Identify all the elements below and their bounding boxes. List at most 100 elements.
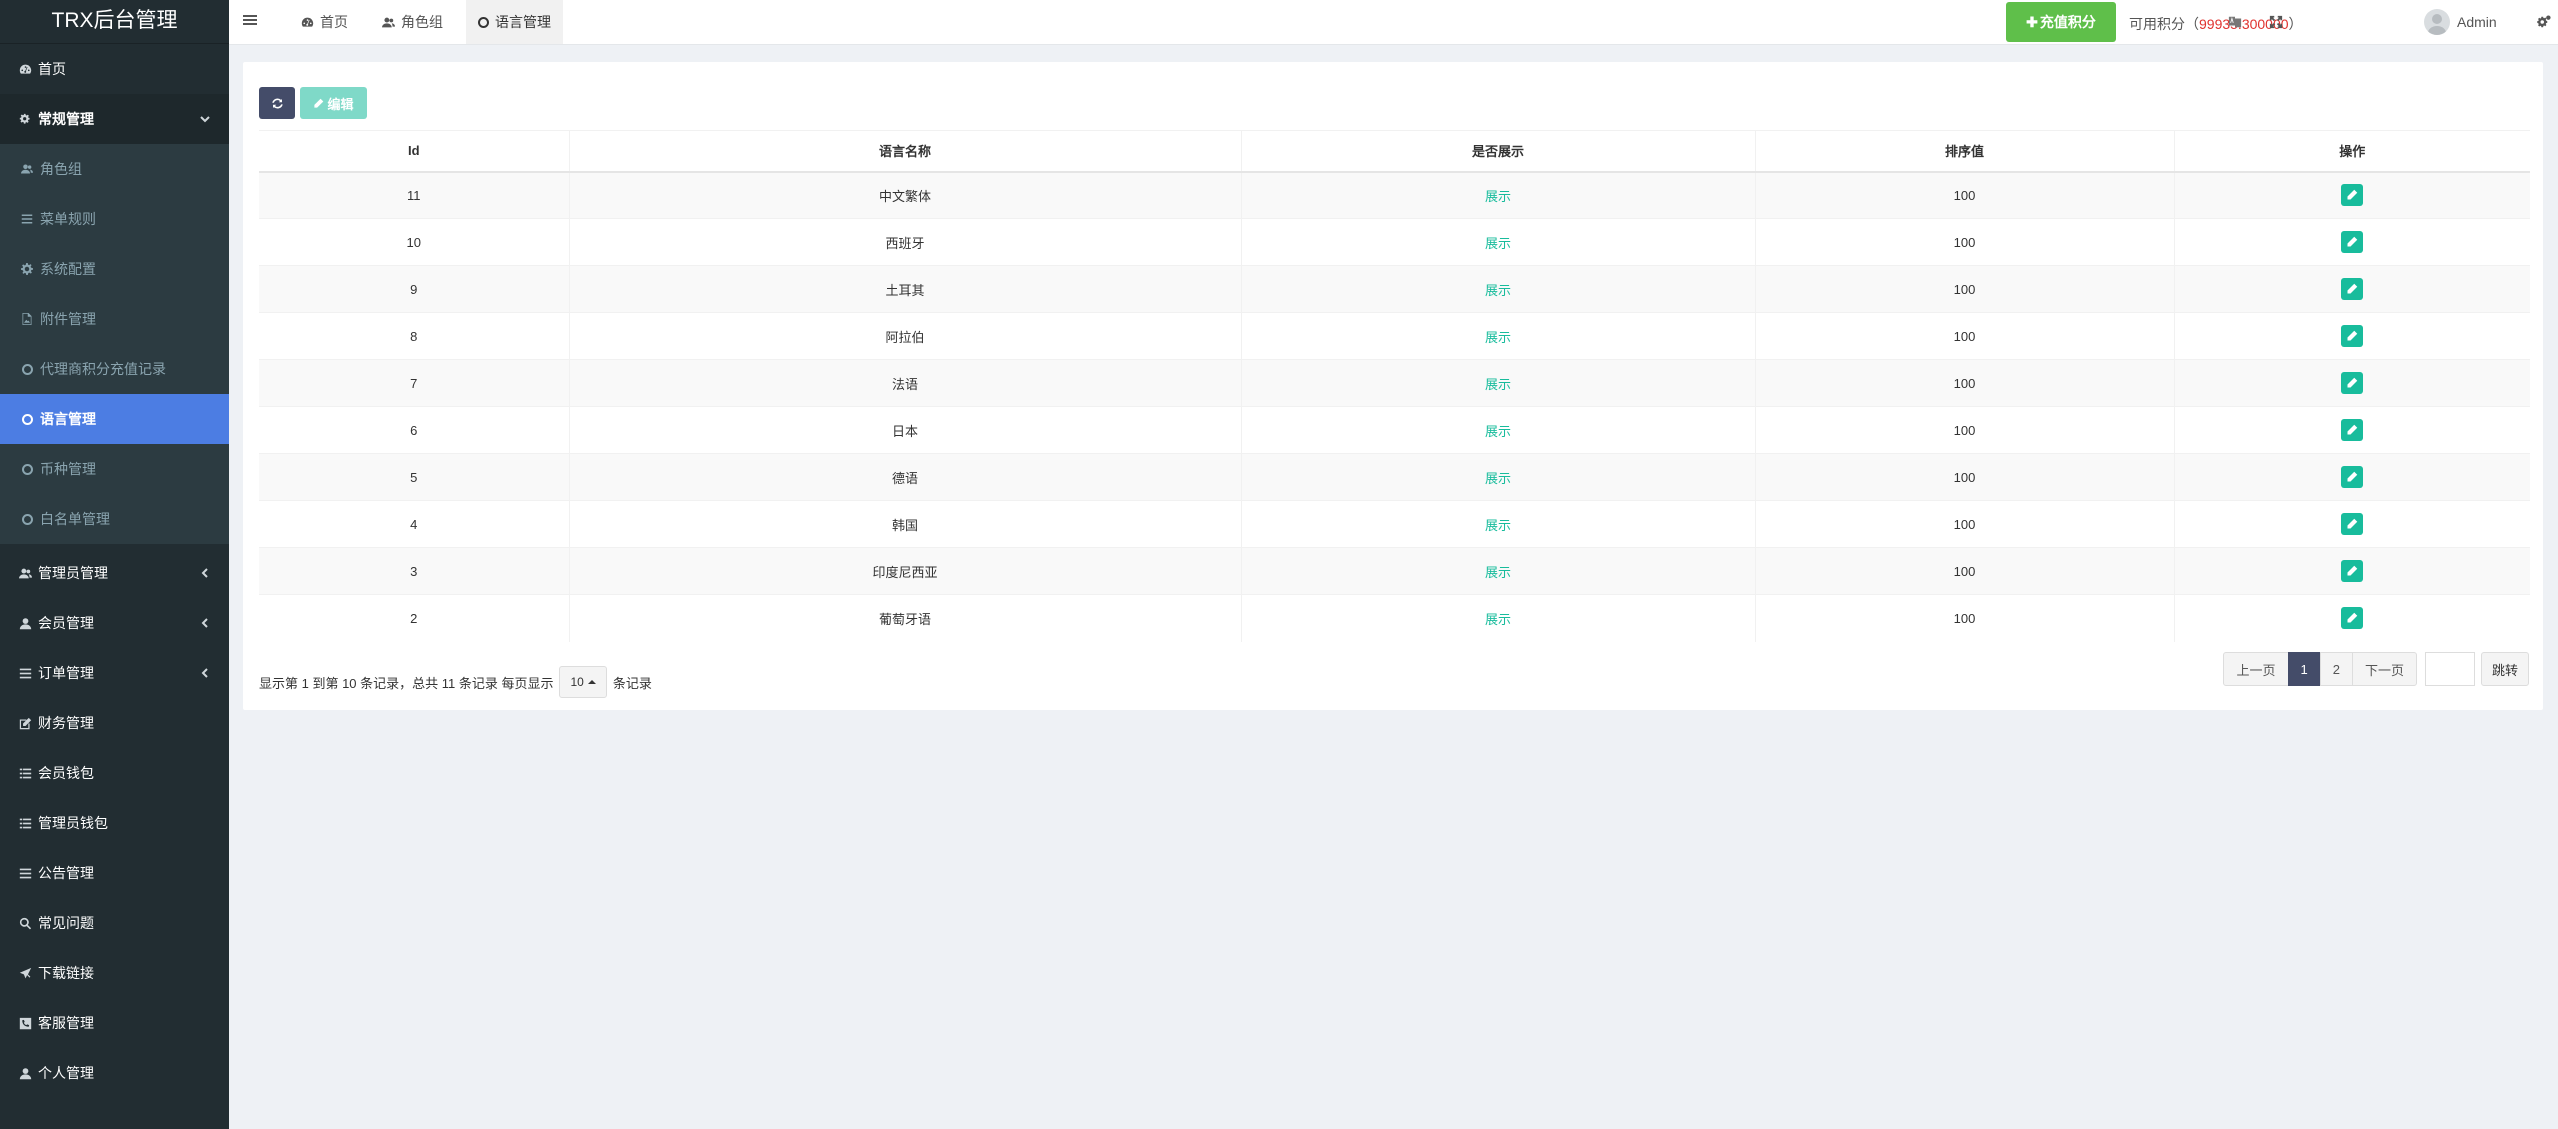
cell-actions (2173, 171, 2530, 219)
cell-name: 日本 (568, 406, 1241, 454)
search-icon (16, 917, 34, 930)
cell-status[interactable]: 展示 (1240, 500, 1755, 548)
sidebar-item-download-links[interactable]: 下载链接 (0, 948, 229, 998)
cell-name: 阿拉伯 (568, 312, 1241, 360)
menu-toggle-icon[interactable] (243, 13, 261, 31)
circle-icon (20, 463, 34, 475)
cell-status[interactable]: 展示 (1240, 359, 1755, 407)
list-icon (16, 767, 34, 780)
row-edit-button[interactable] (2341, 372, 2364, 394)
sidebar-item-label: 币种管理 (40, 461, 96, 477)
sidebar-item-agent-recharge[interactable]: 代理商积分充值记录 (0, 344, 229, 394)
pagination: 上一页 1 2 下一页 跳转 (2223, 652, 2529, 686)
cell-id: 5 (259, 453, 569, 501)
refresh-button[interactable] (259, 87, 295, 119)
file-image-icon (20, 313, 34, 325)
sidebar-item-order-manage[interactable]: 订单管理 (0, 648, 229, 698)
avatar[interactable] (2424, 9, 2450, 35)
cell-status[interactable]: 展示 (1240, 218, 1755, 266)
sidebar-item-label: 语言管理 (40, 411, 96, 427)
sidebar-item-finance[interactable]: 财务管理 (0, 698, 229, 748)
page-button-2[interactable]: 2 (2319, 652, 2353, 686)
sidebar-item-admin-manage[interactable]: 管理员管理 (0, 548, 229, 598)
cell-status[interactable]: 展示 (1240, 171, 1755, 219)
cell-actions (2173, 359, 2530, 407)
sidebar-item-label: 角色组 (40, 161, 82, 177)
next-page-button[interactable]: 下一页 (2351, 652, 2417, 686)
pencil-icon (2347, 283, 2358, 294)
table-row: 11 中文繁体 展示 100 (259, 171, 2530, 219)
cell-status[interactable]: 展示 (1240, 453, 1755, 501)
row-edit-button[interactable] (2341, 231, 2364, 253)
sidebar-item-customer-service[interactable]: 客服管理 (0, 998, 229, 1048)
sidebar-item-roles[interactable]: 角色组 (0, 144, 229, 194)
column-header-display[interactable]: 是否展示 (1240, 130, 1755, 173)
sidebar-item-language[interactable]: 语言管理 (0, 394, 229, 444)
table-row: 8 阿拉伯 展示 100 (259, 312, 2530, 360)
language-icon[interactable] (2226, 13, 2244, 31)
tab-label: 语言管理 (495, 14, 551, 30)
sidebar-item-faq[interactable]: 常见问题 (0, 898, 229, 948)
jump-button[interactable]: 跳转 (2480, 652, 2529, 686)
sidebar-item-announcements[interactable]: 公告管理 (0, 848, 229, 898)
tab-roles[interactable]: 角色组 (370, 0, 455, 44)
cell-status[interactable]: 展示 (1240, 406, 1755, 454)
pencil-icon (2347, 330, 2358, 341)
sidebar-item-currency[interactable]: 币种管理 (0, 444, 229, 494)
table-row: 7 法语 展示 100 (259, 359, 2530, 407)
page-button-1[interactable]: 1 (2287, 652, 2321, 686)
cell-status[interactable]: 展示 (1240, 594, 1755, 642)
prev-page-button[interactable]: 上一页 (2223, 652, 2289, 686)
sidebar-item-home[interactable]: 首页 (0, 44, 229, 94)
cell-name: 法语 (568, 359, 1241, 407)
sidebar-item-label: 管理员管理 (38, 565, 108, 581)
recharge-button[interactable]: ✚ 充值积分 (2006, 2, 2116, 42)
sidebar-item-system-config[interactable]: 系统配置 (0, 244, 229, 294)
sidebar-item-menu-rules[interactable]: 菜单规则 (0, 194, 229, 244)
cell-sort: 100 (1754, 218, 2174, 266)
edit-button[interactable]: 编辑 (300, 87, 367, 119)
sidebar-menu-rest: 管理员管理 会员管理 订单管理 财务管理 会员钱包 管理员钱包 公告管理 常见问… (0, 548, 229, 1098)
tab-language[interactable]: 语言管理 (466, 0, 563, 44)
table-row: 2 葡萄牙语 展示 100 (259, 594, 2530, 642)
admin-name[interactable]: Admin (2457, 14, 2497, 30)
table-row: 9 土耳其 展示 100 (259, 265, 2530, 313)
chevron-left-icon (199, 566, 211, 578)
page-size-select[interactable]: 10 (559, 666, 607, 698)
sidebar-item-member-manage[interactable]: 会员管理 (0, 598, 229, 648)
pencil-icon (314, 98, 324, 108)
sidebar-item-label: 常见问题 (38, 915, 94, 931)
jump-page-input[interactable] (2424, 652, 2475, 686)
cell-status[interactable]: 展示 (1240, 265, 1755, 313)
sidebar: TRX后台管理 首页 常规管理 角色组 菜单规则 系统配置 附件管理 代理商积分… (0, 0, 229, 1129)
column-header-name[interactable]: 语言名称 (568, 130, 1241, 173)
sidebar-item-personal[interactable]: 个人管理 (0, 1048, 229, 1098)
sidebar-menu: 首页 常规管理 (0, 44, 229, 144)
column-header-id[interactable]: Id (259, 130, 569, 173)
row-edit-button[interactable] (2341, 607, 2364, 630)
row-edit-button[interactable] (2341, 325, 2364, 347)
row-edit-button[interactable] (2341, 184, 2364, 207)
fullscreen-icon[interactable] (2267, 13, 2285, 31)
cogs-icon[interactable] (2535, 13, 2553, 31)
sidebar-item-admin-wallet[interactable]: 管理员钱包 (0, 798, 229, 848)
row-edit-button[interactable] (2341, 278, 2364, 300)
row-edit-button[interactable] (2341, 419, 2364, 441)
cell-actions (2173, 547, 2530, 595)
edit-label: 编辑 (327, 96, 354, 112)
row-edit-button[interactable] (2341, 513, 2364, 535)
tab-home[interactable]: 首页 (289, 0, 360, 44)
sidebar-item-label: 下载链接 (38, 965, 94, 981)
sidebar-item-attachments[interactable]: 附件管理 (0, 294, 229, 344)
row-edit-button[interactable] (2341, 466, 2364, 488)
sidebar-group-general[interactable]: 常规管理 (0, 94, 229, 144)
row-edit-button[interactable] (2341, 560, 2364, 582)
sidebar-item-member-wallet[interactable]: 会员钱包 (0, 748, 229, 798)
column-header-sort[interactable]: 排序值 (1754, 130, 2174, 173)
cell-sort: 100 (1754, 453, 2174, 501)
cell-sort: 100 (1754, 359, 2174, 407)
sidebar-item-whitelist[interactable]: 白名单管理 (0, 494, 229, 544)
cell-status[interactable]: 展示 (1240, 547, 1755, 595)
cell-name: 中文繁体 (568, 171, 1241, 219)
cell-status[interactable]: 展示 (1240, 312, 1755, 360)
